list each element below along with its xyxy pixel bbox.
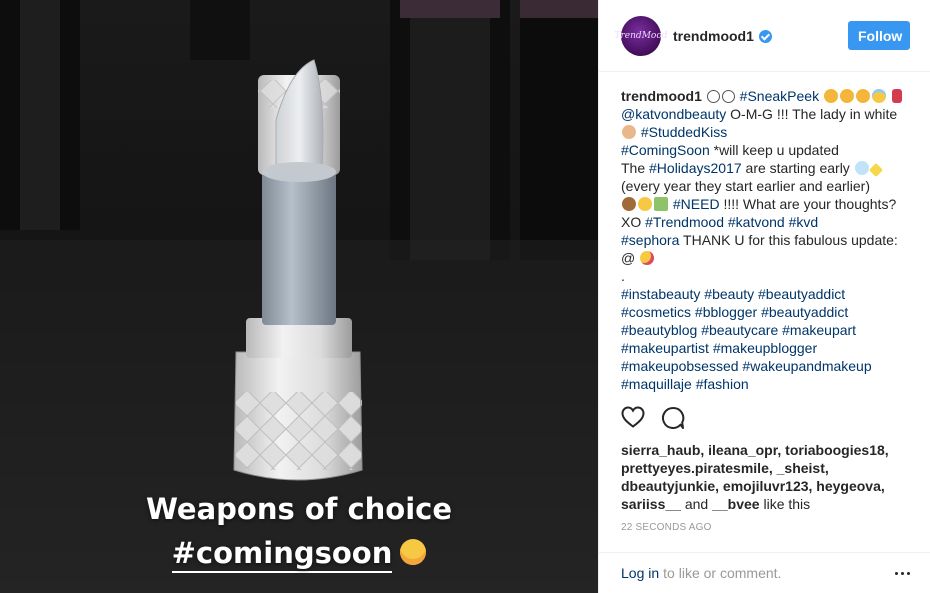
hashtag-link[interactable]: #StuddedKiss [641,124,727,140]
post-actions [621,406,685,430]
caption-text: *will keep u updated [709,142,839,158]
caption-username[interactable]: trendmood1 [621,88,702,104]
verified-badge-icon [758,30,772,43]
hashtag-link[interactable]: #instabeauty [621,286,700,302]
hashtag-link[interactable]: #beautycare [701,322,778,338]
story-text: Weapons of choice [145,492,453,526]
cat-emoji-icon [855,89,870,103]
hashtag-link[interactable]: #makeupartist [621,340,709,356]
lipstick-emoji-icon [891,89,902,103]
header-username[interactable]: trendmood1 [673,28,754,44]
hashtag-link[interactable]: #makeupblogger [713,340,817,356]
avatar-logo-text: TrendMood [614,30,668,41]
comment-icon[interactable] [661,406,685,430]
hashtag-link[interactable]: #kvd [789,214,819,230]
hashtag-link[interactable]: #katvond [728,214,785,230]
hashtag-link[interactable]: #ComingSoon [621,142,710,158]
kiss-face-emoji-icon [640,251,655,265]
story-hashtag-line: #comingsoon [0,536,598,573]
follow-button[interactable]: Follow [848,21,910,50]
post-details-panel: TrendMood trendmood1 Follow trendmood1 #… [598,0,930,593]
hashtag-link[interactable]: #bblogger [695,304,757,320]
post-caption: trendmood1 #SneakPeek @katvondbeauty O-M… [599,72,930,415]
post-timestamp[interactable]: 22 SECONDS AGO [621,522,712,533]
hashtag-link[interactable]: #SneakPeek [740,88,819,104]
money-emoji-icon [654,197,668,211]
hashtag-link[interactable]: #cosmetics [621,304,691,320]
hashtag-link[interactable]: #Holidays2017 [649,160,742,176]
caption-text: . [621,268,625,284]
hashtag-link[interactable]: #maquillaje [621,376,692,392]
more-options-icon[interactable] [895,571,910,575]
eyes-emoji-icon [721,90,735,103]
woman-emoji-icon [622,125,636,139]
hashtag-link[interactable]: #Trendmood [645,214,724,230]
post-viewer: Weapons of choice #comingsoon TrendMood … [0,0,930,593]
liked-by-last-user[interactable]: __bvee [712,496,759,512]
hashtag-link[interactable]: #beautyaddict [758,286,845,302]
post-photo[interactable]: Weapons of choice #comingsoon [0,0,598,593]
eyes-emoji-icon [706,90,720,103]
likes-summary: sierra_haub, ileana_opr, toriaboogies18,… [621,441,910,513]
caption-text: O-M-G !!! The lady in white [726,106,898,122]
snowflake-emoji-icon [854,161,869,175]
heart-icon[interactable] [621,406,645,430]
mention-link[interactable]: @katvondbeauty [621,106,726,122]
hashtag-link[interactable]: #beauty [704,286,754,302]
avatar[interactable]: TrendMood [615,15,668,56]
hashtag-link[interactable]: #makeupart [782,322,856,338]
likes-and: and [680,496,713,512]
caption-text: are starting early [741,160,854,176]
hashtag-link[interactable]: #makeupobsessed [621,358,739,374]
likes-suffix: like this [759,496,811,512]
hashtag-link[interactable]: #beautyaddict [761,304,848,320]
tired-face-emoji-icon [638,197,652,211]
cat-emoji-icon [839,89,854,103]
post-header: TrendMood trendmood1 Follow [599,0,930,72]
halo-face-emoji-icon [871,89,886,103]
hashtag-link[interactable]: #NEED [673,196,720,212]
story-hashtag[interactable]: #comingsoon [171,536,393,573]
hashtag-link[interactable]: #fashion [696,376,749,392]
hashtag-link[interactable]: #beautyblog [621,322,697,338]
comment-footer: Log in to like or comment. [599,552,930,593]
hashtag-link[interactable]: #wakeupandmakeup [742,358,871,374]
monkey-emoji-icon [622,197,636,211]
caption-text: (every year they start earlier and earli… [621,178,870,194]
cat-emoji-icon [823,89,838,103]
sparkles-emoji-icon [868,162,883,178]
hashtag-link[interactable]: #sephora [621,232,679,248]
screaming-face-icon [400,539,427,565]
login-link[interactable]: Log in [621,565,659,581]
login-prompt-text: to like or comment. [663,565,782,581]
caption-text: The [621,160,650,176]
